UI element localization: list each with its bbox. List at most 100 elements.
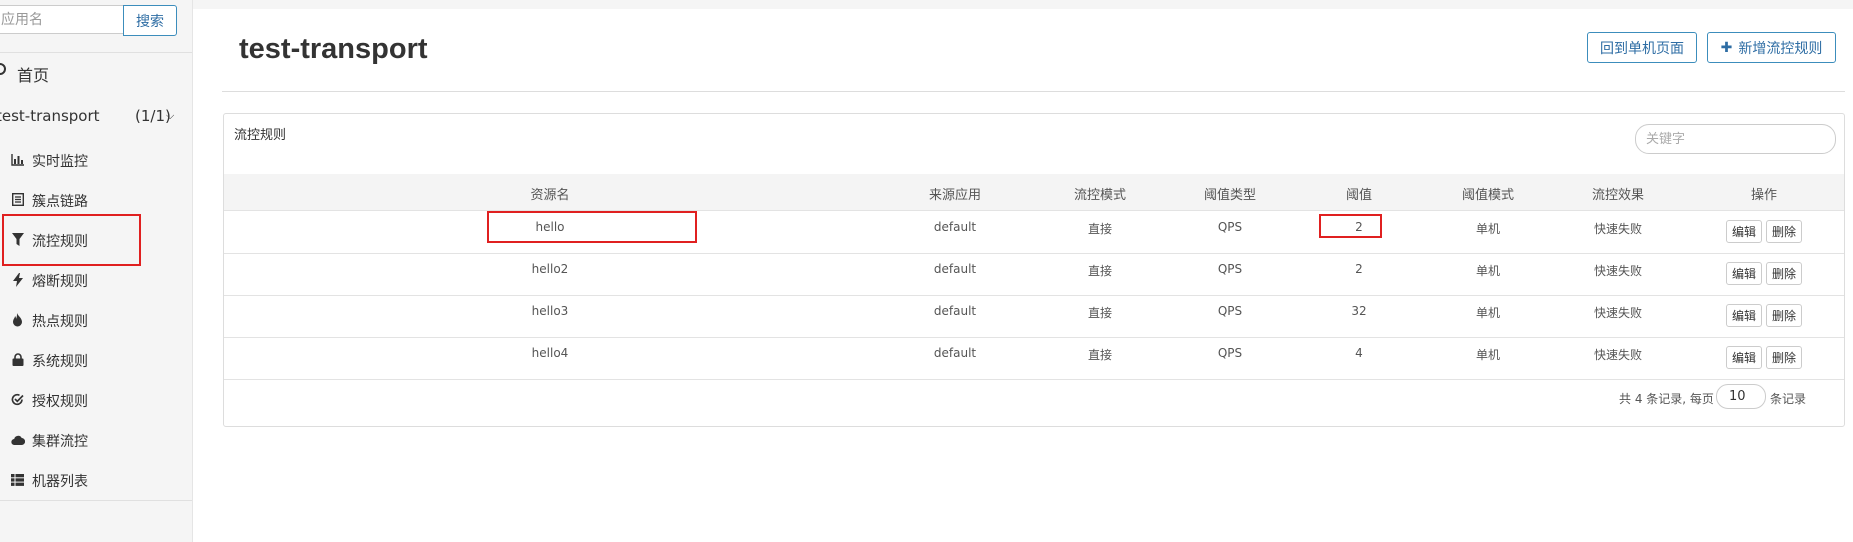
sidebar-item-realtime-monitor[interactable]: 实时监控: [0, 146, 192, 174]
lock-icon: [10, 352, 25, 367]
sidebar-item-label: 流控规则: [32, 234, 88, 250]
delete-button[interactable]: 删除: [1766, 304, 1802, 327]
table-row: hello default 直接 QPS 2 单机 快速失败 编辑 删除: [224, 211, 1844, 254]
sidebar: 搜索 首页 test-transport (1/1) ⌵ 实时监控 簇点链路 流…: [0, 0, 193, 542]
cell-count: 2: [1355, 262, 1363, 276]
cell-count: 2: [1355, 220, 1363, 234]
cell-count: 32: [1351, 304, 1367, 318]
sidebar-item-label: 实时监控: [32, 154, 88, 170]
cell-origin: default: [933, 220, 977, 234]
pagination-suffix: 条记录: [1770, 392, 1807, 406]
keyword-search-input[interactable]: [1635, 124, 1836, 154]
cell-origin: default: [933, 304, 977, 318]
cell-origin: default: [933, 262, 977, 276]
bolt-icon: [10, 272, 25, 287]
app-group-toggle[interactable]: test-transport (1/1) ⌵: [0, 104, 192, 130]
edit-button[interactable]: 编辑: [1726, 220, 1762, 243]
cell-effect: 快速失败: [1593, 222, 1643, 236]
delete-button[interactable]: 删除: [1766, 220, 1802, 243]
sidebar-item-label: 系统规则: [32, 354, 88, 370]
cell-cluster-mode: 单机: [1475, 348, 1501, 362]
cell-count: 4: [1355, 346, 1363, 360]
header-divider: [222, 91, 1845, 92]
table-row: hello3 default 直接 QPS 32 单机 快速失败 编辑 删除: [224, 295, 1844, 338]
sidebar-item-label: 授权规则: [32, 394, 88, 410]
fire-icon: [10, 312, 25, 327]
bar-chart-icon: [10, 152, 25, 167]
check-circle-icon: [10, 392, 25, 407]
sidebar-item-cluster-node-chain[interactable]: 簇点链路: [0, 186, 192, 214]
sidebar-item-cluster-flow[interactable]: 集群流控: [0, 426, 192, 454]
table-list-icon: [10, 472, 25, 487]
sidebar-item-degrade-rules[interactable]: 熔断规则: [0, 266, 192, 294]
sidebar-item-label: 集群流控: [32, 434, 88, 450]
cell-effect: 快速失败: [1593, 264, 1643, 278]
column-header-resource: 资源名: [530, 188, 570, 203]
column-header-actions: 操作: [1750, 188, 1778, 203]
column-header-origin: 来源应用: [928, 188, 982, 203]
button-label: 新增流控规则: [1738, 40, 1823, 57]
cell-grade: QPS: [1217, 262, 1243, 276]
page-title: test-transport: [239, 33, 428, 65]
cell-mode: 直接: [1087, 264, 1113, 278]
cell-cluster-mode: 单机: [1475, 264, 1501, 278]
sidebar-divider: [0, 52, 192, 53]
sidebar-item-label: 簇点链路: [32, 194, 88, 210]
app-search-input[interactable]: [0, 5, 123, 34]
cloud-icon: [10, 432, 25, 447]
sidebar-item-home[interactable]: 首页: [0, 59, 192, 87]
dashboard-icon: [0, 63, 6, 75]
table-row: hello2 default 直接 QPS 2 单机 快速失败 编辑 删除: [224, 253, 1844, 296]
delete-button[interactable]: 删除: [1766, 346, 1802, 369]
button-label: 回到单机页面: [1600, 40, 1684, 57]
column-header-effect: 流控效果: [1591, 188, 1645, 203]
cell-cluster-mode: 单机: [1475, 306, 1501, 320]
cell-effect: 快速失败: [1593, 306, 1643, 320]
sidebar-item-label: 热点规则: [32, 314, 88, 330]
flow-rules-panel: 流控规则 资源名 来源应用 流控模式 阈值类型 阈值 阈值模式 流控效果 操作 …: [223, 113, 1845, 427]
table-row: hello4 default 直接 QPS 4 单机 快速失败 编辑 删除: [224, 337, 1844, 380]
search-button[interactable]: 搜索: [123, 5, 177, 36]
sidebar-item-machine-list[interactable]: 机器列表: [0, 466, 192, 494]
sidebar-item-system-rules[interactable]: 系统规则: [0, 346, 192, 374]
sidebar-divider: [0, 500, 192, 501]
cell-mode: 直接: [1087, 306, 1113, 320]
cell-origin: default: [933, 346, 977, 360]
list-icon: [10, 192, 25, 207]
delete-button[interactable]: 删除: [1766, 262, 1802, 285]
top-band: [193, 0, 1853, 9]
column-header-count: 阈值: [1345, 188, 1373, 203]
pagination-summary: 共 4 条记录, 每页: [1619, 392, 1714, 406]
filter-icon: [10, 232, 25, 247]
sidebar-item-hotspot-rules[interactable]: 热点规则: [0, 306, 192, 334]
column-header-grade: 阈值类型: [1203, 188, 1257, 203]
cell-mode: 直接: [1087, 222, 1113, 236]
cell-effect: 快速失败: [1593, 348, 1643, 362]
edit-button[interactable]: 编辑: [1726, 346, 1762, 369]
cell-cluster-mode: 单机: [1475, 222, 1501, 236]
back-to-single-machine-button[interactable]: 回到单机页面: [1587, 32, 1697, 63]
sidebar-item-label: 机器列表: [32, 474, 88, 490]
sidebar-item-authority-rules[interactable]: 授权规则: [0, 386, 192, 414]
edit-button[interactable]: 编辑: [1726, 304, 1762, 327]
sidebar-item-label: 熔断规则: [32, 274, 88, 290]
cell-resource: hello: [535, 220, 565, 234]
column-header-cluster-mode: 阈值模式: [1461, 188, 1515, 203]
cell-mode: 直接: [1087, 348, 1113, 362]
column-header-mode: 流控模式: [1073, 188, 1127, 203]
cell-resource: hello2: [531, 262, 569, 276]
sidebar-item-flow-rules[interactable]: 流控规则: [0, 226, 192, 254]
cell-grade: QPS: [1217, 220, 1243, 234]
cell-grade: QPS: [1217, 304, 1243, 318]
cell-resource: hello3: [531, 304, 569, 318]
panel-title: 流控规则: [234, 128, 287, 143]
table-header: 资源名 来源应用 流控模式 阈值类型 阈值 阈值模式 流控效果 操作: [224, 174, 1844, 211]
chevron-down-icon: ⌵: [166, 109, 175, 122]
cell-resource: hello4: [531, 346, 569, 360]
page-size-input[interactable]: [1716, 384, 1766, 409]
plus-icon: ✚: [1720, 39, 1733, 56]
cell-grade: QPS: [1217, 346, 1243, 360]
edit-button[interactable]: 编辑: [1726, 262, 1762, 285]
add-flow-rule-button[interactable]: ✚ 新增流控规则: [1707, 32, 1836, 63]
app-name: test-transport: [0, 107, 100, 125]
